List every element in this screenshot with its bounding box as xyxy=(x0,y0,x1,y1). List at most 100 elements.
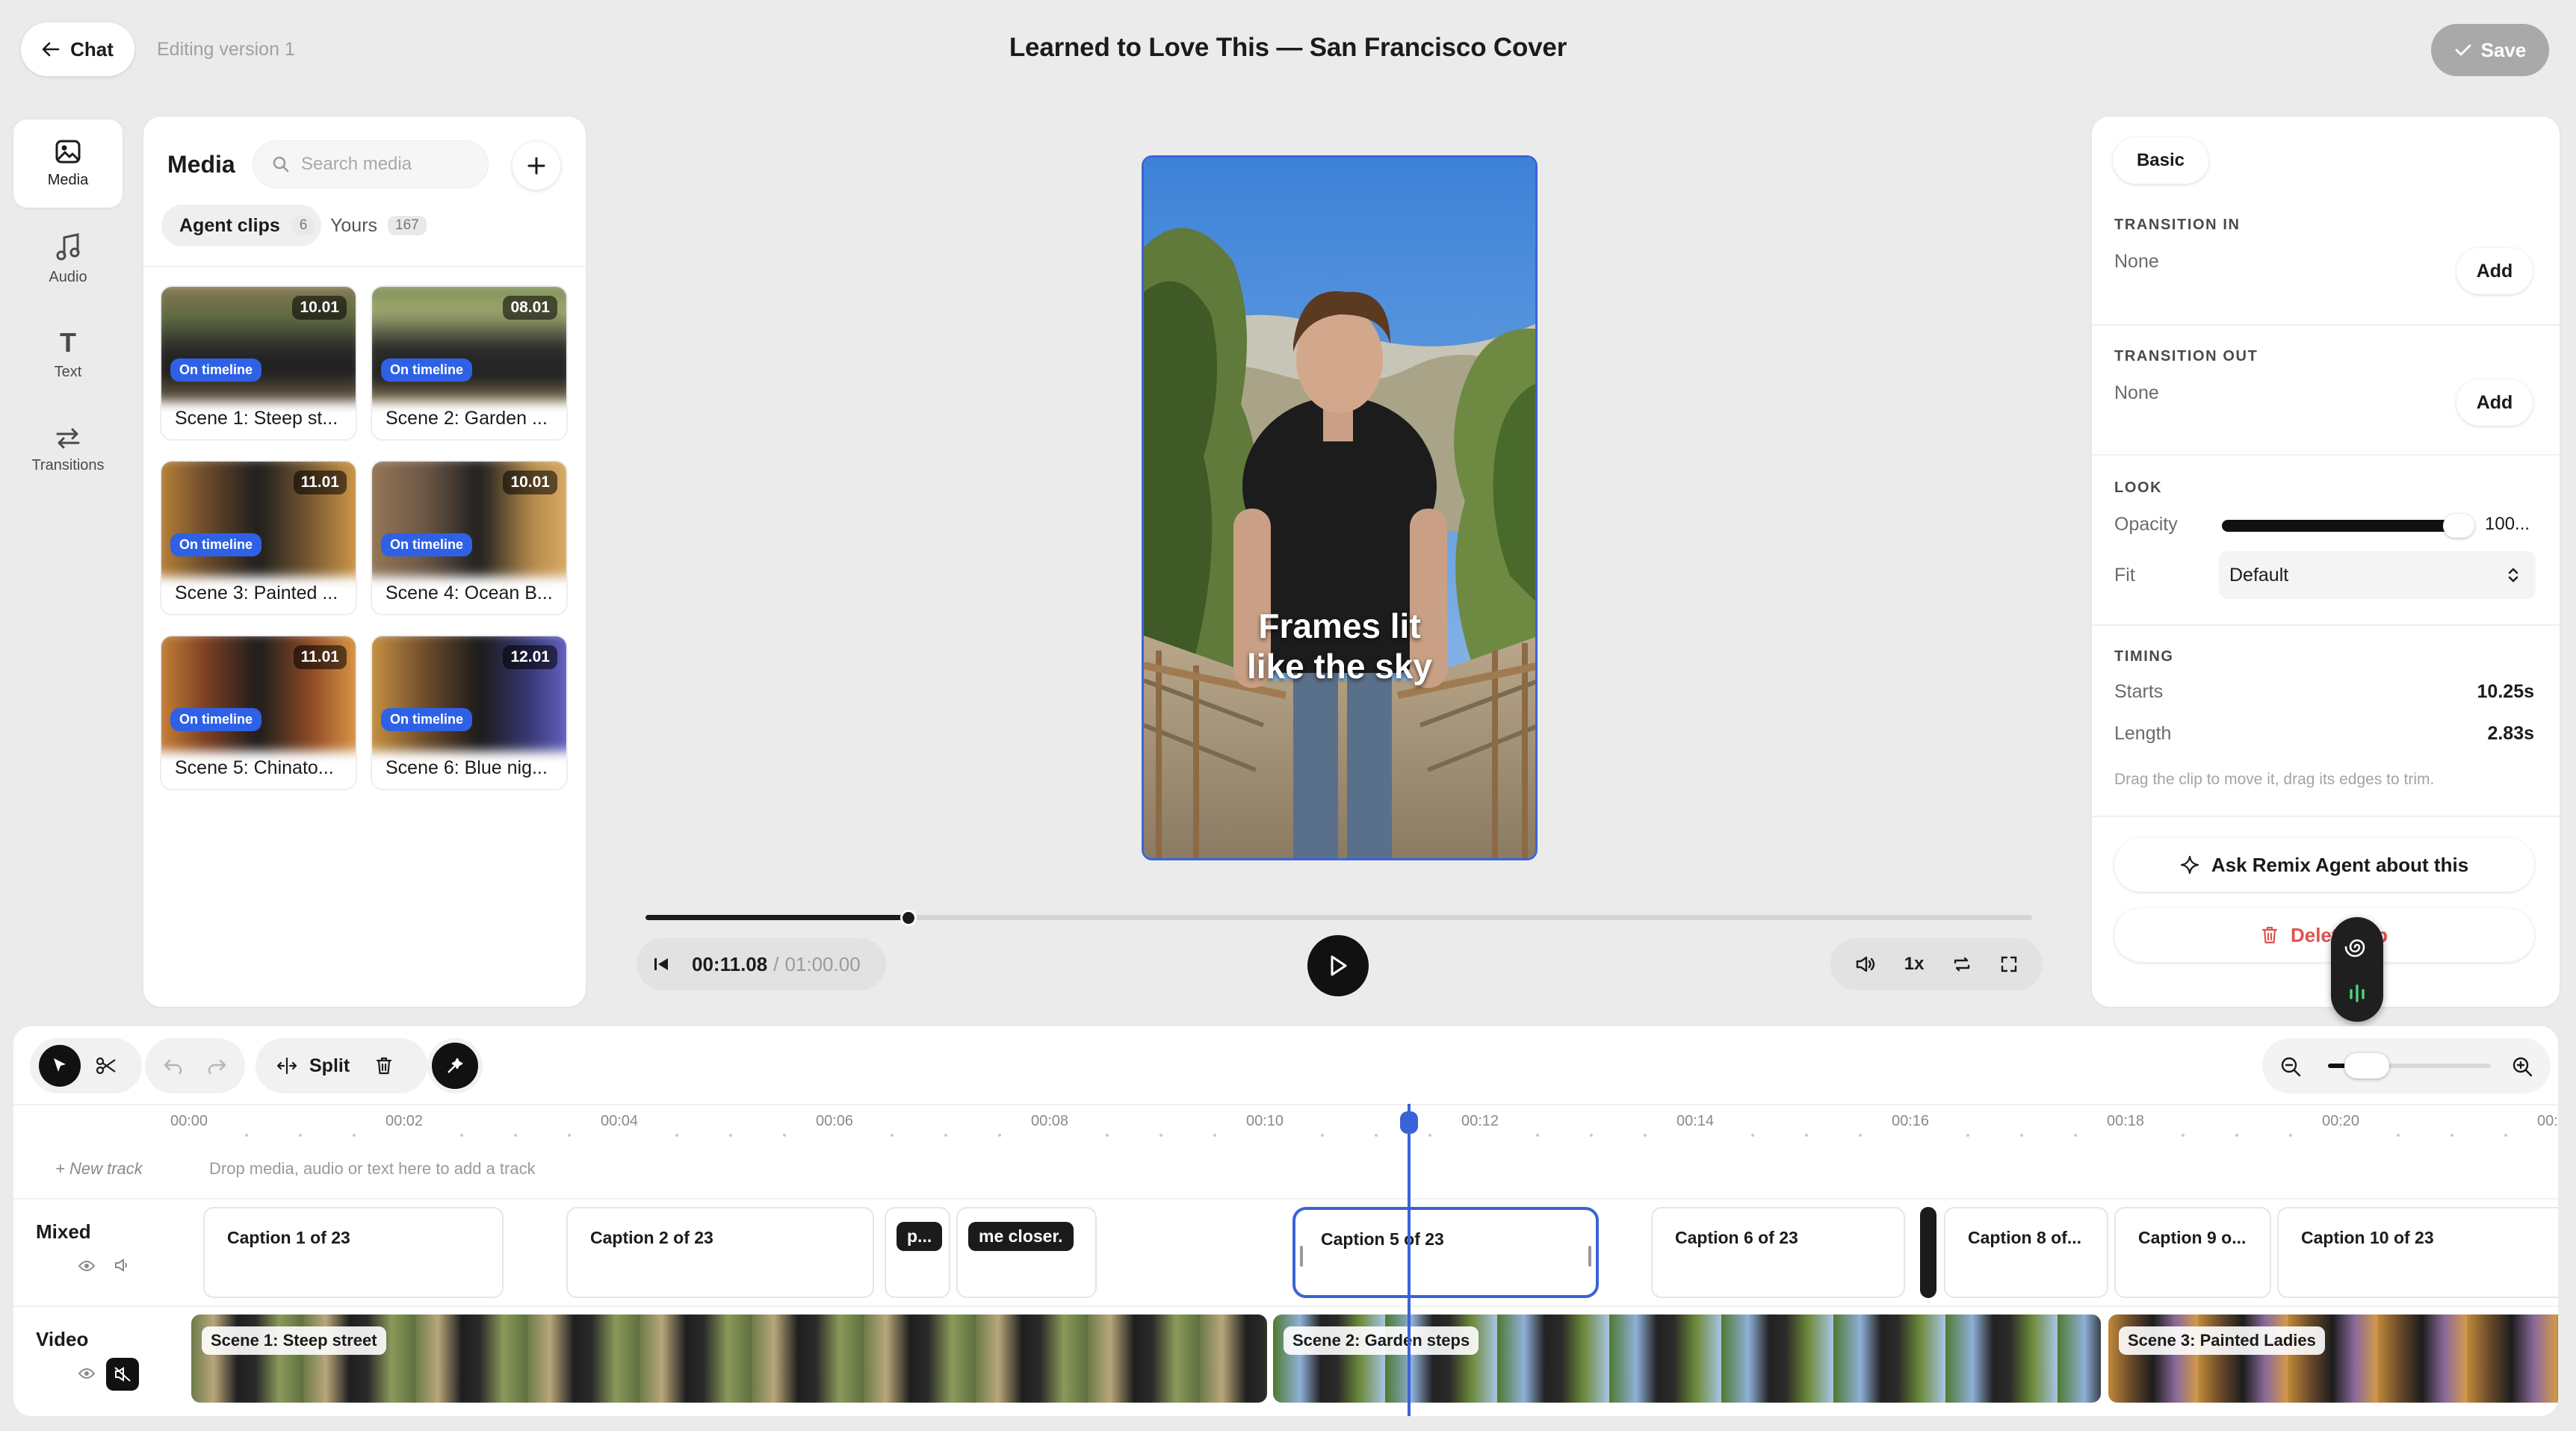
search-icon xyxy=(273,156,289,173)
mute-track-button[interactable] xyxy=(106,1358,139,1391)
media-search-input[interactable]: Search media xyxy=(253,140,489,188)
caption-clip-label: me closer. xyxy=(968,1222,1074,1251)
caption-clip[interactable]: Caption 1 of 23 xyxy=(203,1207,504,1298)
rail-item-label: Media xyxy=(47,171,89,188)
fit-selected-value: Default xyxy=(2229,564,2289,586)
video-clip-label: Scene 1: Steep street xyxy=(202,1326,386,1355)
fullscreen-icon[interactable] xyxy=(2000,955,2018,973)
trim-handle-right[interactable] xyxy=(1588,1246,1591,1267)
volume-icon[interactable] xyxy=(1855,955,1876,973)
video-preview[interactable]: Frames lit like the sky xyxy=(1142,155,1538,860)
preview-frame-image xyxy=(1144,158,1535,858)
media-clip-card[interactable]: 10.01 On timeline Scene 4: Ocean B... xyxy=(371,460,568,615)
ask-remix-agent-button[interactable]: Ask Remix Agent about this xyxy=(2114,838,2534,892)
media-clip-card[interactable]: 11.01 On timeline Scene 3: Painted ... xyxy=(160,460,357,615)
caption-clip[interactable]: me closer. xyxy=(956,1207,1097,1298)
caption-clip[interactable]: Caption 6 of 23 xyxy=(1651,1207,1905,1298)
ruler-tick-mark xyxy=(299,1134,302,1137)
add-transition-in-button[interactable]: Add xyxy=(2456,248,2533,294)
save-label: Save xyxy=(2480,38,2527,61)
eye-icon[interactable] xyxy=(78,1367,96,1380)
tab-agent-clips[interactable]: Agent clips 6 xyxy=(161,205,321,246)
video-clip[interactable]: Scene 1: Steep street xyxy=(191,1314,1267,1403)
ruler-tick-mark xyxy=(460,1134,463,1137)
look-heading: LOOK xyxy=(2114,479,2163,496)
caption-clip[interactable]: Caption 8 of... xyxy=(1944,1207,2108,1298)
video-clip[interactable]: Scene 3: Painted Ladies xyxy=(2108,1314,2558,1403)
add-media-button[interactable] xyxy=(513,142,560,190)
opacity-slider-handle[interactable] xyxy=(2443,514,2474,538)
opacity-slider[interactable] xyxy=(2222,520,2468,532)
rail-item-transitions[interactable]: Transitions xyxy=(13,406,123,494)
checkmark-icon xyxy=(2454,43,2472,58)
tab-yours[interactable]: Yours 167 xyxy=(330,205,427,246)
divider xyxy=(2092,816,2560,817)
media-clip-card[interactable]: 12.01 On timeline Scene 6: Blue nig... xyxy=(371,635,568,790)
ruler-tick-label: 00:10 xyxy=(1246,1113,1284,1129)
ruler-tick-mark xyxy=(2504,1134,2507,1137)
eye-icon[interactable] xyxy=(78,1259,96,1273)
on-timeline-badge: On timeline xyxy=(381,358,473,382)
caption-clip-label: Caption 10 of 23 xyxy=(2301,1228,2434,1247)
save-button[interactable]: Save xyxy=(2431,24,2549,76)
clip-name: Scene 2: Garden ... xyxy=(386,408,548,429)
time-ruler[interactable]: 00:00 00:02 00:04 00:06 00:08 00:10 00:12 00:14… xyxy=(13,1026,2558,1146)
rail-item-audio[interactable]: Audio xyxy=(13,215,123,303)
caption-clip-selected[interactable]: Caption 5 of 23 xyxy=(1292,1207,1599,1298)
delete-clip-button[interactable]: Delete clip xyxy=(2114,908,2534,962)
divider xyxy=(2092,624,2560,626)
starts-value: 10.25s xyxy=(2477,681,2534,702)
ruler-tick-mark xyxy=(2182,1134,2185,1137)
caption-clip[interactable] xyxy=(1920,1207,1936,1298)
ruler-tick-mark xyxy=(2020,1134,2023,1137)
clip-duration-badge: 10.01 xyxy=(503,471,557,494)
ruler-tick-mark xyxy=(2450,1134,2453,1137)
skip-to-start-icon[interactable] xyxy=(653,956,669,972)
trim-handle-left[interactable] xyxy=(1300,1246,1303,1267)
ruler-tick-mark xyxy=(245,1134,248,1137)
ruler-tick-label: 00: xyxy=(2537,1113,2558,1129)
loop-icon[interactable] xyxy=(1952,955,1972,973)
arrows-swap-icon xyxy=(55,427,81,450)
media-clip-card[interactable]: 10.01 On timeline Scene 1: Steep st... xyxy=(160,285,357,441)
rail-item-media[interactable]: Media xyxy=(13,119,123,208)
ruler-tick-label: 00:04 xyxy=(601,1113,639,1129)
ruler-tick-mark xyxy=(1590,1134,1593,1137)
media-clip-card[interactable]: 08.01 On timeline Scene 2: Garden ... xyxy=(371,285,568,441)
fit-select[interactable]: Default xyxy=(2219,551,2536,599)
ruler-tick-label: 00:06 xyxy=(816,1113,854,1129)
ruler-tick-mark xyxy=(891,1134,894,1137)
ruler-tick-mark xyxy=(729,1134,732,1137)
new-track-button[interactable]: + New track xyxy=(55,1159,143,1179)
caption-clip[interactable]: Caption 9 o... xyxy=(2114,1207,2271,1298)
ruler-tick-mark xyxy=(2074,1134,2077,1137)
ask-remix-agent-label: Ask Remix Agent about this xyxy=(2211,853,2469,876)
on-timeline-badge: On timeline xyxy=(170,358,262,382)
ruler-tick-label: 00:14 xyxy=(1676,1113,1715,1129)
caption-clip[interactable]: Caption 10 of 23 xyxy=(2277,1207,2558,1298)
on-timeline-badge: On timeline xyxy=(170,708,262,731)
media-clip-card[interactable]: 11.01 On timeline Scene 5: Chinato... xyxy=(160,635,357,790)
playback-scrubber-handle[interactable] xyxy=(900,910,917,926)
caption-clip[interactable]: Caption 2 of 23 xyxy=(566,1207,874,1298)
play-button[interactable] xyxy=(1307,935,1369,996)
video-clip[interactable]: Scene 2: Garden steps xyxy=(1273,1314,2101,1403)
transition-in-value: None xyxy=(2114,251,2159,272)
divider xyxy=(2092,324,2560,326)
caption-clip-label: Caption 2 of 23 xyxy=(590,1228,713,1247)
caption-clip[interactable]: p... xyxy=(885,1207,950,1298)
ruler-tick-label: 00:20 xyxy=(2322,1113,2360,1129)
ruler-tick-mark xyxy=(998,1134,1001,1137)
caption-line: Frames lit xyxy=(1258,606,1421,645)
tab-basic[interactable]: Basic xyxy=(2113,137,2208,184)
playhead-handle[interactable] xyxy=(1400,1111,1418,1134)
caption-line: like the sky xyxy=(1246,647,1433,686)
playback-speed-button[interactable]: 1x xyxy=(1904,954,1925,975)
caption-clip-label: Caption 1 of 23 xyxy=(227,1228,350,1247)
add-transition-out-button[interactable]: Add xyxy=(2456,379,2533,426)
media-panel-title: Media xyxy=(167,151,235,178)
rail-item-text[interactable]: T Text xyxy=(13,311,123,399)
speaker-icon[interactable] xyxy=(114,1258,131,1273)
remix-agent-widget[interactable] xyxy=(2331,917,2383,1022)
audio-level-icon xyxy=(2347,983,2367,1004)
